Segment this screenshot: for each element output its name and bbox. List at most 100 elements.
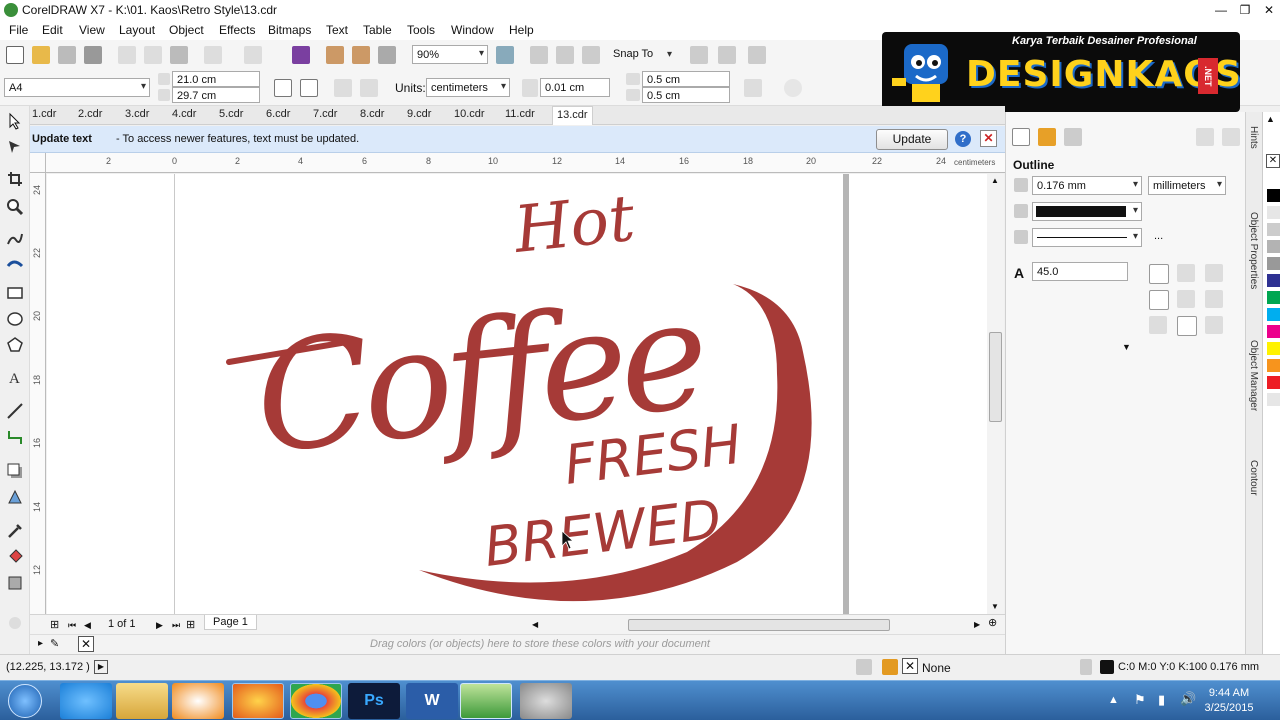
snap-to-dropdown[interactable]: Snap To — [613, 48, 675, 60]
crop-tool-icon[interactable] — [6, 170, 24, 188]
menu-view[interactable]: View — [79, 23, 105, 37]
document-palette[interactable]: ▸ ✎ ✕ Drag colors (or objects) here to s… — [30, 634, 1005, 654]
edit-bleed-icon[interactable] — [744, 79, 762, 97]
palette-swatch[interactable] — [1267, 291, 1280, 305]
polygon-tool-icon[interactable] — [6, 336, 24, 354]
zoom-tool-icon[interactable] — [6, 198, 24, 216]
palette-swatch[interactable] — [1267, 172, 1280, 186]
portrait-icon[interactable] — [274, 79, 292, 97]
outline-color-picker[interactable] — [1032, 202, 1142, 221]
media-player-icon[interactable] — [172, 683, 224, 719]
duplicate-distance-x-input[interactable]: 0.5 cm — [642, 71, 730, 87]
redo-icon[interactable] — [244, 46, 262, 64]
miter-corner-icon[interactable] — [1149, 264, 1169, 284]
export-icon[interactable] — [352, 46, 370, 64]
vertical-scroll-thumb[interactable] — [989, 332, 1002, 422]
toolbox-customize-icon[interactable] — [6, 614, 24, 632]
palette-swatch[interactable] — [1267, 240, 1280, 254]
docker-tab-object-manager[interactable]: Object Manager — [1248, 340, 1259, 411]
horizontal-ruler[interactable]: 2 0 2 4 6 8 10 12 14 16 18 20 22 24 cent… — [46, 153, 1005, 173]
interactive-fill-tool-icon[interactable] — [6, 548, 24, 566]
copy-icon[interactable] — [144, 46, 162, 64]
centered-position-icon[interactable] — [1177, 316, 1197, 336]
menu-text[interactable]: Text — [326, 23, 348, 37]
restore-button[interactable]: ❐ — [1232, 1, 1258, 19]
options-icon[interactable] — [690, 46, 708, 64]
open-folder-icon[interactable] — [32, 46, 50, 64]
scroll-left-icon[interactable]: ◀ — [532, 620, 538, 629]
scroll-up-icon[interactable]: ▲ — [991, 176, 999, 185]
paste-icon[interactable] — [170, 46, 188, 64]
text-tool-icon[interactable]: A — [6, 368, 24, 386]
transparency-tab-icon[interactable] — [1064, 128, 1082, 146]
application-launcher-icon[interactable] — [718, 46, 736, 64]
action-center-icon[interactable]: ⚑ — [1134, 692, 1146, 708]
menu-effects[interactable]: Effects — [219, 23, 255, 37]
doc-tab-1[interactable]: 1.cdr — [32, 108, 56, 120]
drop-shadow-tool-icon[interactable] — [6, 462, 24, 480]
palette-swatch[interactable] — [1267, 206, 1280, 220]
smart-fill-tool-icon[interactable] — [6, 574, 24, 592]
palette-swatch[interactable] — [1267, 376, 1280, 390]
publish-pdf-icon[interactable] — [378, 46, 396, 64]
nudge-distance-input[interactable]: 0.01 cm — [540, 78, 610, 97]
docker-tab-contour[interactable]: Contour — [1248, 460, 1259, 496]
tray-up-arrow-icon[interactable]: ▲ — [1108, 694, 1119, 706]
shape-tool-icon[interactable] — [6, 138, 24, 156]
all-pages-icon[interactable] — [334, 79, 352, 97]
palette-swatch[interactable] — [1267, 342, 1280, 356]
menu-edit[interactable]: Edit — [42, 23, 63, 37]
transparency-tool-icon[interactable] — [6, 488, 24, 506]
docker-settings-icon[interactable] — [1222, 128, 1240, 146]
doc-tab-11[interactable]: 11.cdr — [505, 108, 535, 120]
fill-tab-icon[interactable] — [1038, 128, 1056, 146]
palette-options-icon[interactable]: ▸ — [38, 638, 43, 649]
close-window-button[interactable]: ✕ — [1256, 1, 1280, 19]
start-button-icon[interactable] — [8, 684, 42, 718]
first-page-icon[interactable]: ⏮ — [68, 620, 76, 631]
word-icon[interactable]: W — [406, 683, 458, 719]
connector-tool-icon[interactable] — [6, 428, 24, 446]
round-cap-icon[interactable] — [1177, 290, 1195, 308]
status-expand-icon[interactable]: ▶ — [94, 660, 108, 674]
internet-explorer-icon[interactable] — [60, 683, 112, 719]
palette-swatch[interactable] — [1267, 393, 1280, 407]
doc-tab-2[interactable]: 2.cdr — [78, 108, 102, 120]
outside-position-icon[interactable] — [1149, 316, 1167, 334]
miter-limit-input[interactable]: 45.0 — [1032, 262, 1128, 281]
palette-swatch[interactable] — [1267, 189, 1280, 203]
snap-options-icon[interactable] — [784, 79, 802, 97]
coreldraw-taskbar-icon[interactable] — [460, 683, 512, 719]
system-clock[interactable]: 9:44 AM 3/25/2015 — [1196, 686, 1262, 716]
no-fill-swatch[interactable]: ✕ — [1266, 154, 1280, 168]
docker-tab-object-properties[interactable]: Object Properties — [1248, 212, 1259, 289]
search-content-icon[interactable] — [292, 46, 310, 64]
file-explorer-icon[interactable] — [116, 683, 168, 719]
volume-icon[interactable]: 🔊 — [1180, 691, 1196, 707]
rectangle-tool-icon[interactable] — [6, 284, 24, 302]
outline-color-swatch[interactable] — [1100, 660, 1114, 674]
artistic-media-tool-icon[interactable] — [6, 256, 24, 274]
line-style-select[interactable] — [1032, 228, 1142, 247]
doc-tab-10[interactable]: 10.cdr — [454, 108, 485, 120]
menu-table[interactable]: Table — [363, 23, 392, 37]
show-guidelines-icon[interactable] — [582, 46, 600, 64]
welcome-screen-icon[interactable] — [748, 46, 766, 64]
current-page-icon[interactable] — [360, 79, 378, 97]
color-eyedropper-tool-icon[interactable] — [6, 522, 24, 540]
next-page-icon[interactable]: ▶ — [156, 620, 163, 631]
print-icon[interactable] — [84, 46, 102, 64]
zoom-level-select[interactable]: 90% — [412, 45, 488, 64]
docker-tab-hints[interactable]: Hints — [1248, 126, 1259, 149]
fill-none-swatch[interactable]: ✕ — [902, 658, 918, 674]
no-color-swatch[interactable]: ✕ — [78, 636, 94, 652]
page-height-input[interactable]: 29.7 cm — [172, 87, 260, 103]
doc-tab-13-active[interactable]: 13.cdr — [552, 106, 593, 125]
vertical-ruler[interactable]: 24 22 20 18 16 14 12 — [30, 173, 46, 614]
round-corner-icon[interactable] — [1177, 264, 1195, 282]
page-size-select[interactable]: A4 — [4, 78, 150, 97]
docker-layout-icon[interactable] — [1196, 128, 1214, 146]
doc-tab-7[interactable]: 7.cdr — [313, 108, 337, 120]
artwork-text-hot[interactable]: Hot — [510, 182, 638, 268]
menu-help[interactable]: Help — [509, 23, 534, 37]
